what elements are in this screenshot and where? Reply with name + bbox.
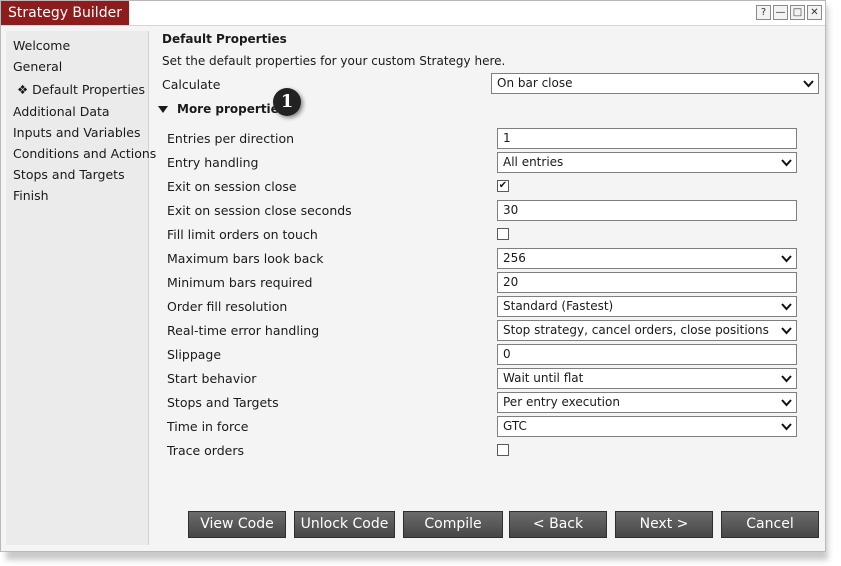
exit-on-session-close-seconds-input[interactable]: 30 <box>497 200 797 221</box>
sidebar-item-additional-data[interactable]: Additional Data <box>13 104 110 119</box>
close-button[interactable]: ✕ <box>807 5 822 20</box>
sidebar-item-inputs-and-variables[interactable]: Inputs and Variables <box>13 125 140 140</box>
prop-label-entry-handling: Entry handling <box>167 155 259 170</box>
back-button[interactable]: < Back <box>509 511 607 538</box>
next-button[interactable]: Next > <box>615 511 713 538</box>
prop-label-exit-on-session-close-seconds: Exit on session close seconds <box>167 203 352 218</box>
order-fill-resolution-select[interactable]: Standard (Fastest) <box>497 296 797 317</box>
chevron-down-icon <box>803 80 814 88</box>
fill-limit-orders-on-touch-checkbox[interactable] <box>497 228 509 240</box>
section-title: Default Properties <box>162 32 287 46</box>
prop-label-maximum-bars-look-back: Maximum bars look back <box>167 251 324 266</box>
sidebar-item-stops-and-targets[interactable]: Stops and Targets <box>13 167 125 182</box>
more-properties-label: More properties <box>177 102 286 116</box>
compile-button[interactable]: Compile <box>403 511 503 538</box>
time-in-force-value: GTC <box>503 419 527 433</box>
prop-label-trace-orders: Trace orders <box>167 443 244 458</box>
strategy-builder-window: Strategy Builder ? — □ ✕ Welcome General… <box>0 0 826 552</box>
time-in-force-select[interactable]: GTC <box>497 416 797 437</box>
calculate-label: Calculate <box>162 77 221 92</box>
start-behavior-value: Wait until flat <box>503 371 584 385</box>
sidebar-item-default-properties[interactable]: ❖ Default Properties <box>17 82 145 97</box>
trace-orders-checkbox[interactable] <box>497 444 509 456</box>
prop-label-slippage: Slippage <box>167 347 222 362</box>
prop-label-time-in-force: Time in force <box>167 419 249 434</box>
wizard-steps-sidebar: Welcome General ❖ Default Properties Add… <box>6 31 156 545</box>
minimize-icon: — <box>775 7 786 18</box>
calculate-select[interactable]: On bar close <box>491 73 819 94</box>
prop-label-exit-on-session-close: Exit on session close <box>167 179 297 194</box>
maximum-bars-look-back-select[interactable]: 256 <box>497 248 797 269</box>
entry-handling-select[interactable]: All entries <box>497 152 797 173</box>
sidebar-item-general[interactable]: General <box>13 59 62 74</box>
close-icon: ✕ <box>810 7 819 18</box>
calculate-value: On bar close <box>497 76 573 90</box>
stops-and-targets-value: Per entry execution <box>503 395 620 409</box>
real-time-error-handling-value: Stop strategy, cancel orders, close posi… <box>503 323 769 337</box>
chevron-down-icon <box>781 303 792 311</box>
exit-on-session-close-checkbox[interactable]: ✔ <box>497 180 509 192</box>
unlock-code-button[interactable]: Unlock Code <box>294 511 395 538</box>
section-description: Set the default properties for your cust… <box>162 54 506 68</box>
real-time-error-handling-select[interactable]: Stop strategy, cancel orders, close posi… <box>497 320 797 341</box>
minimize-button[interactable]: — <box>773 5 788 20</box>
maximize-icon: □ <box>792 7 803 18</box>
window-title: Strategy Builder <box>1 1 129 25</box>
callout-badge: 1 <box>273 88 301 116</box>
maximize-button[interactable]: □ <box>790 5 805 20</box>
more-properties-toggle[interactable]: More properties <box>158 102 286 116</box>
prop-label-stops-and-targets: Stops and Targets <box>167 395 279 410</box>
sidebar-item-welcome[interactable]: Welcome <box>13 38 70 53</box>
prop-label-start-behavior: Start behavior <box>167 371 257 386</box>
window-controls: ? — □ ✕ <box>756 5 822 20</box>
sidebar-item-finish[interactable]: Finish <box>13 188 49 203</box>
chevron-down-icon <box>781 423 792 431</box>
entry-handling-value: All entries <box>503 155 564 169</box>
order-fill-resolution-value: Standard (Fastest) <box>503 299 614 313</box>
slippage-input[interactable]: 0 <box>497 344 797 365</box>
cancel-button[interactable]: Cancel <box>721 511 819 538</box>
chevron-down-icon <box>781 399 792 407</box>
prop-label-minimum-bars-required: Minimum bars required <box>167 275 313 290</box>
chevron-down-icon <box>781 375 792 383</box>
prop-label-fill-limit-orders-on-touch: Fill limit orders on touch <box>167 227 318 242</box>
sidebar-item-conditions-and-actions[interactable]: Conditions and Actions <box>13 146 156 161</box>
start-behavior-select[interactable]: Wait until flat <box>497 368 797 389</box>
title-bar[interactable]: Strategy Builder ? — □ ✕ <box>1 1 825 26</box>
entries-per-direction-input[interactable]: 1 <box>497 128 797 149</box>
prop-label-real-time-error-handling: Real-time error handling <box>167 323 320 338</box>
expand-triangle-icon <box>158 105 168 113</box>
minimum-bars-required-input[interactable]: 20 <box>497 272 797 293</box>
chevron-down-icon <box>781 327 792 335</box>
chevron-down-icon <box>781 159 792 167</box>
view-code-button[interactable]: View Code <box>188 511 286 538</box>
stops-and-targets-select[interactable]: Per entry execution <box>497 392 797 413</box>
maximum-bars-look-back-value: 256 <box>503 251 526 265</box>
help-button[interactable]: ? <box>756 5 771 20</box>
prop-label-entries-per-direction: Entries per direction <box>167 131 295 146</box>
chevron-down-icon <box>781 255 792 263</box>
properties-panel: Default Properties Set the default prope… <box>151 31 825 545</box>
prop-label-order-fill-resolution: Order fill resolution <box>167 299 288 314</box>
